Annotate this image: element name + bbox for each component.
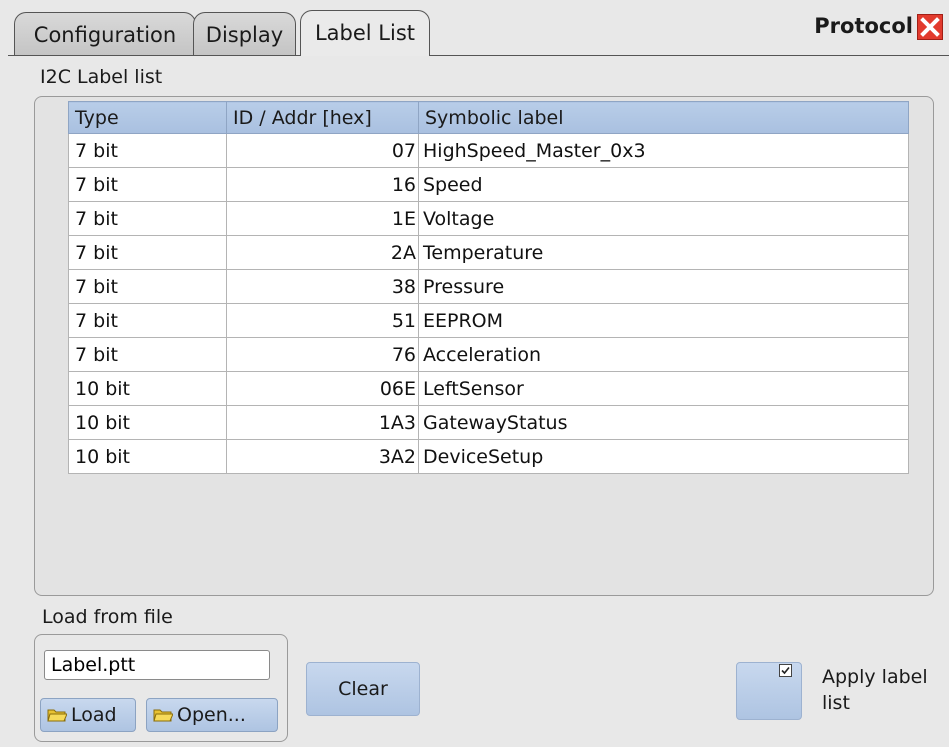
label-table[interactable]: Type ID / Addr [hex] Symbolic label 7 bi… bbox=[68, 101, 909, 474]
cell-addr[interactable]: 3A2 bbox=[226, 439, 419, 474]
cell-addr[interactable]: 76 bbox=[226, 337, 419, 372]
apply-label-list-checkbox[interactable] bbox=[779, 664, 792, 677]
cell-addr[interactable]: 1A3 bbox=[226, 405, 419, 440]
cell-type[interactable]: 10 bit bbox=[68, 439, 227, 474]
table-row[interactable]: 10 bit 1A3 GatewayStatus bbox=[68, 405, 909, 440]
cell-type[interactable]: 7 bit bbox=[68, 235, 227, 270]
apply-label-list-toggle[interactable] bbox=[736, 662, 802, 720]
cell-addr[interactable]: 2A bbox=[226, 235, 419, 270]
table-header-row: Type ID / Addr [hex] Symbolic label bbox=[68, 101, 909, 134]
column-header-symbolic-label[interactable]: Symbolic label bbox=[418, 101, 909, 134]
cell-symbolic-label[interactable]: Speed bbox=[418, 167, 909, 202]
cell-addr[interactable]: 38 bbox=[226, 269, 419, 304]
column-header-type[interactable]: Type bbox=[68, 101, 227, 134]
table-row[interactable]: 10 bit 06E LeftSensor bbox=[68, 371, 909, 406]
apply-label-line1: Apply label bbox=[822, 666, 928, 688]
load-button[interactable]: Load bbox=[40, 698, 136, 732]
apply-label-line2: list bbox=[822, 692, 850, 714]
tab-label-list[interactable]: Label List bbox=[300, 10, 430, 56]
tab-baseline bbox=[8, 55, 949, 56]
table-row[interactable]: 7 bit 38 Pressure bbox=[68, 269, 909, 304]
cell-symbolic-label[interactable]: GatewayStatus bbox=[418, 405, 909, 440]
cell-type[interactable]: 10 bit bbox=[68, 371, 227, 406]
dialog-title: Protocol bbox=[814, 14, 913, 38]
folder-icon bbox=[47, 709, 67, 722]
close-button[interactable] bbox=[917, 14, 943, 40]
open-button-label: Open... bbox=[177, 704, 246, 726]
clear-button[interactable]: Clear bbox=[306, 662, 420, 716]
cell-symbolic-label[interactable]: Pressure bbox=[418, 269, 909, 304]
cell-type[interactable]: 7 bit bbox=[68, 167, 227, 202]
cell-addr[interactable]: 51 bbox=[226, 303, 419, 338]
cell-symbolic-label[interactable]: Temperature bbox=[418, 235, 909, 270]
cell-type[interactable]: 7 bit bbox=[68, 201, 227, 236]
cell-type[interactable]: 7 bit bbox=[68, 337, 227, 372]
cell-addr[interactable]: 07 bbox=[226, 133, 419, 168]
load-from-file-group-label: Load from file bbox=[42, 606, 173, 628]
checkmark-icon bbox=[781, 666, 790, 675]
table-row[interactable]: 7 bit 2A Temperature bbox=[68, 235, 909, 270]
column-header-addr[interactable]: ID / Addr [hex] bbox=[226, 101, 419, 134]
cell-type[interactable]: 7 bit bbox=[68, 133, 227, 168]
table-row[interactable]: 7 bit 1E Voltage bbox=[68, 201, 909, 236]
cell-symbolic-label[interactable]: HighSpeed_Master_0x3 bbox=[418, 133, 909, 168]
apply-label-list-label: Apply label list bbox=[822, 664, 948, 716]
table-row[interactable]: 7 bit 16 Speed bbox=[68, 167, 909, 202]
load-button-label: Load bbox=[71, 704, 117, 726]
cell-type[interactable]: 7 bit bbox=[68, 303, 227, 338]
label-list-group-label: I2C Label list bbox=[40, 66, 163, 88]
folder-icon bbox=[153, 709, 173, 722]
open-button[interactable]: Open... bbox=[146, 698, 278, 732]
table-row[interactable]: 7 bit 51 EEPROM bbox=[68, 303, 909, 338]
tab-display[interactable]: Display bbox=[193, 12, 296, 56]
cell-addr[interactable]: 1E bbox=[226, 201, 419, 236]
close-icon bbox=[920, 17, 940, 37]
file-name-input[interactable] bbox=[44, 650, 270, 680]
tab-configuration[interactable]: Configuration bbox=[14, 12, 196, 56]
cell-symbolic-label[interactable]: DeviceSetup bbox=[418, 439, 909, 474]
cell-symbolic-label[interactable]: Acceleration bbox=[418, 337, 909, 372]
cell-symbolic-label[interactable]: LeftSensor bbox=[418, 371, 909, 406]
cell-addr[interactable]: 06E bbox=[226, 371, 419, 406]
table-row[interactable]: 7 bit 07 HighSpeed_Master_0x3 bbox=[68, 133, 909, 168]
cell-type[interactable]: 10 bit bbox=[68, 405, 227, 440]
cell-addr[interactable]: 16 bbox=[226, 167, 419, 202]
table-row[interactable]: 7 bit 76 Acceleration bbox=[68, 337, 909, 372]
table-row[interactable]: 10 bit 3A2 DeviceSetup bbox=[68, 439, 909, 474]
cell-type[interactable]: 7 bit bbox=[68, 269, 227, 304]
cell-symbolic-label[interactable]: Voltage bbox=[418, 201, 909, 236]
cell-symbolic-label[interactable]: EEPROM bbox=[418, 303, 909, 338]
